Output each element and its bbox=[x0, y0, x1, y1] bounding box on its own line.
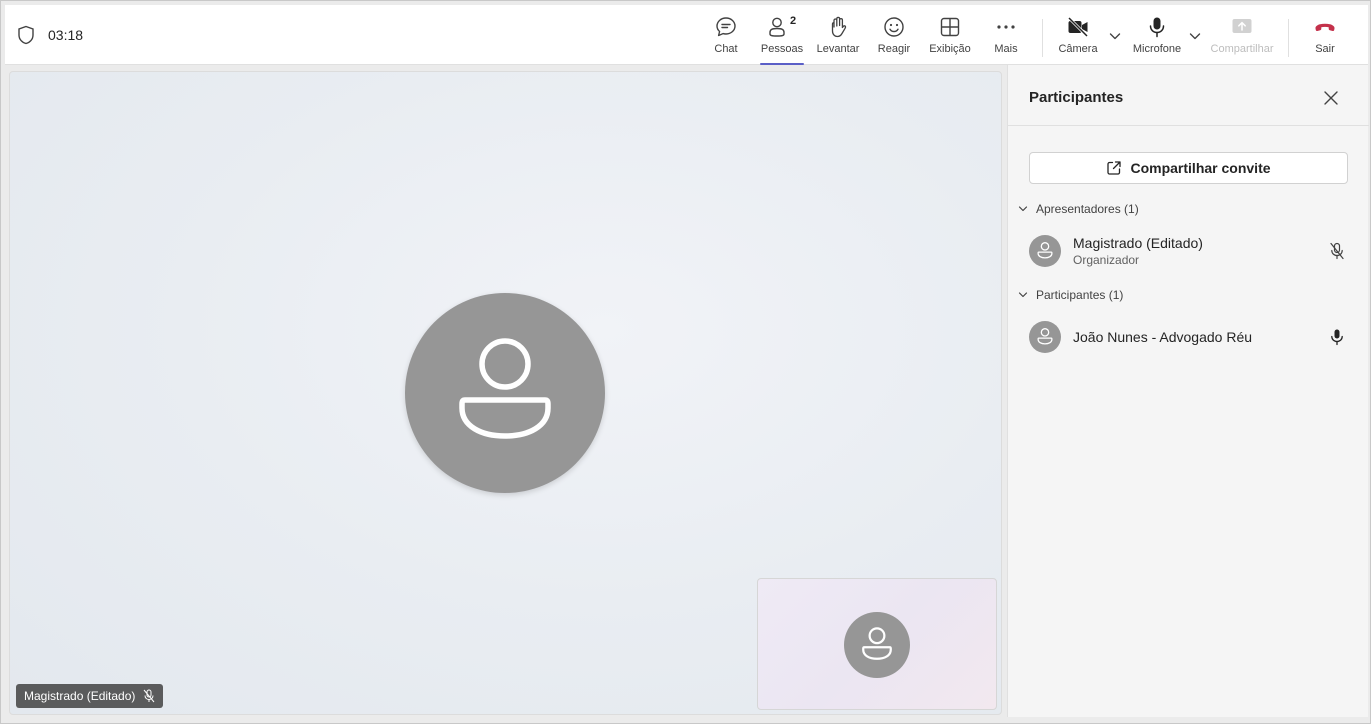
chevron-down-icon bbox=[1018, 292, 1028, 298]
meeting-timer: 03:18 bbox=[48, 27, 84, 43]
phone-hangup-icon bbox=[1315, 23, 1335, 32]
mic-off-icon[interactable] bbox=[1329, 242, 1345, 260]
microphone-button-label: Microfone bbox=[1132, 43, 1182, 55]
leave-button-label: Sair bbox=[1315, 43, 1335, 55]
view-button-label: Exibição bbox=[929, 43, 971, 55]
react-button[interactable]: Reagir bbox=[876, 15, 912, 61]
microphone-button[interactable]: Microfone bbox=[1129, 15, 1185, 61]
participant-name: João Nunes - Advogado Réu bbox=[1073, 329, 1253, 345]
shield-icon[interactable] bbox=[17, 25, 35, 45]
person-icon bbox=[862, 627, 892, 660]
section-header-attendees[interactable]: Participantes (1) bbox=[1018, 285, 1123, 305]
share-invite-button[interactable]: Compartilhar convite bbox=[1029, 152, 1348, 184]
person-icon bbox=[1037, 328, 1053, 345]
more-icon bbox=[997, 25, 1015, 29]
participant-row[interactable]: Magistrado (Editado) Organizador bbox=[1029, 231, 1349, 271]
participants-panel: Participantes Compartilhar convite Apres… bbox=[1007, 65, 1369, 717]
leave-button[interactable]: Sair bbox=[1310, 15, 1340, 61]
microphone-icon bbox=[1149, 17, 1165, 38]
toolbar-separator bbox=[1288, 19, 1289, 57]
share-invite-label: Compartilhar convite bbox=[1130, 160, 1271, 176]
microphone-options-chevron-down-icon[interactable] bbox=[1188, 29, 1202, 43]
camera-button-label: Câmera bbox=[1058, 43, 1098, 55]
grid-icon bbox=[940, 17, 960, 37]
section-header-label: Participantes (1) bbox=[1036, 288, 1124, 302]
participant-role: Organizador bbox=[1073, 253, 1140, 267]
emoji-icon bbox=[884, 17, 904, 37]
microphone-icon[interactable] bbox=[1329, 328, 1345, 346]
self-view-avatar bbox=[844, 612, 910, 678]
meeting-window: 03:18 Chat 2 Pessoas Levantar Reagir Exi… bbox=[0, 0, 1371, 724]
share-screen-button-label: Compartilhar bbox=[1210, 43, 1274, 55]
participant-name-tag: Magistrado (Editado) bbox=[16, 684, 164, 708]
avatar bbox=[1029, 235, 1061, 267]
meeting-toolbar: 03:18 Chat 2 Pessoas Levantar Reagir Exi… bbox=[5, 5, 1368, 65]
camera-off-icon bbox=[1067, 16, 1089, 38]
person-icon bbox=[459, 338, 551, 439]
hand-icon bbox=[831, 16, 847, 38]
people-button[interactable]: 2 Pessoas bbox=[760, 15, 804, 65]
chat-button[interactable]: Chat bbox=[709, 15, 743, 61]
share-screen-button[interactable]: Compartilhar bbox=[1210, 15, 1274, 61]
people-count-badge: 2 bbox=[790, 15, 797, 27]
participant-name: Magistrado (Editado) bbox=[1073, 235, 1203, 251]
chat-icon bbox=[716, 17, 736, 37]
panel-title: Participantes bbox=[1029, 89, 1124, 106]
people-button-label: Pessoas bbox=[760, 43, 804, 55]
self-view-tile[interactable] bbox=[757, 578, 997, 710]
raise-hand-button-label: Levantar bbox=[816, 43, 860, 55]
more-button-label: Mais bbox=[994, 43, 1018, 55]
video-stage: Magistrado (Editado) bbox=[9, 71, 1002, 715]
share-icon bbox=[1232, 19, 1252, 33]
camera-button[interactable]: Câmera bbox=[1057, 15, 1099, 61]
view-button[interactable]: Exibição bbox=[929, 15, 971, 61]
raise-hand-button[interactable]: Levantar bbox=[816, 15, 860, 61]
close-icon[interactable] bbox=[1322, 89, 1340, 107]
avatar bbox=[1029, 321, 1061, 353]
participant-name-tag-text: Magistrado (Editado) bbox=[24, 689, 136, 703]
mic-off-icon bbox=[144, 689, 155, 703]
participant-row[interactable]: João Nunes - Advogado Réu bbox=[1029, 317, 1349, 357]
share-invite-icon bbox=[1107, 161, 1122, 175]
main-participant-avatar bbox=[405, 293, 605, 493]
panel-divider bbox=[1008, 125, 1369, 126]
react-button-label: Reagir bbox=[877, 43, 911, 55]
chat-button-label: Chat bbox=[714, 43, 738, 55]
more-button[interactable]: Mais bbox=[991, 15, 1021, 61]
chevron-down-icon bbox=[1018, 206, 1028, 212]
section-header-presenters[interactable]: Apresentadores (1) bbox=[1018, 199, 1139, 219]
toolbar-separator bbox=[1042, 19, 1043, 57]
camera-options-chevron-down-icon[interactable] bbox=[1108, 29, 1122, 43]
people-icon bbox=[769, 17, 785, 37]
person-icon bbox=[1037, 242, 1053, 259]
section-header-label: Apresentadores (1) bbox=[1036, 202, 1139, 216]
